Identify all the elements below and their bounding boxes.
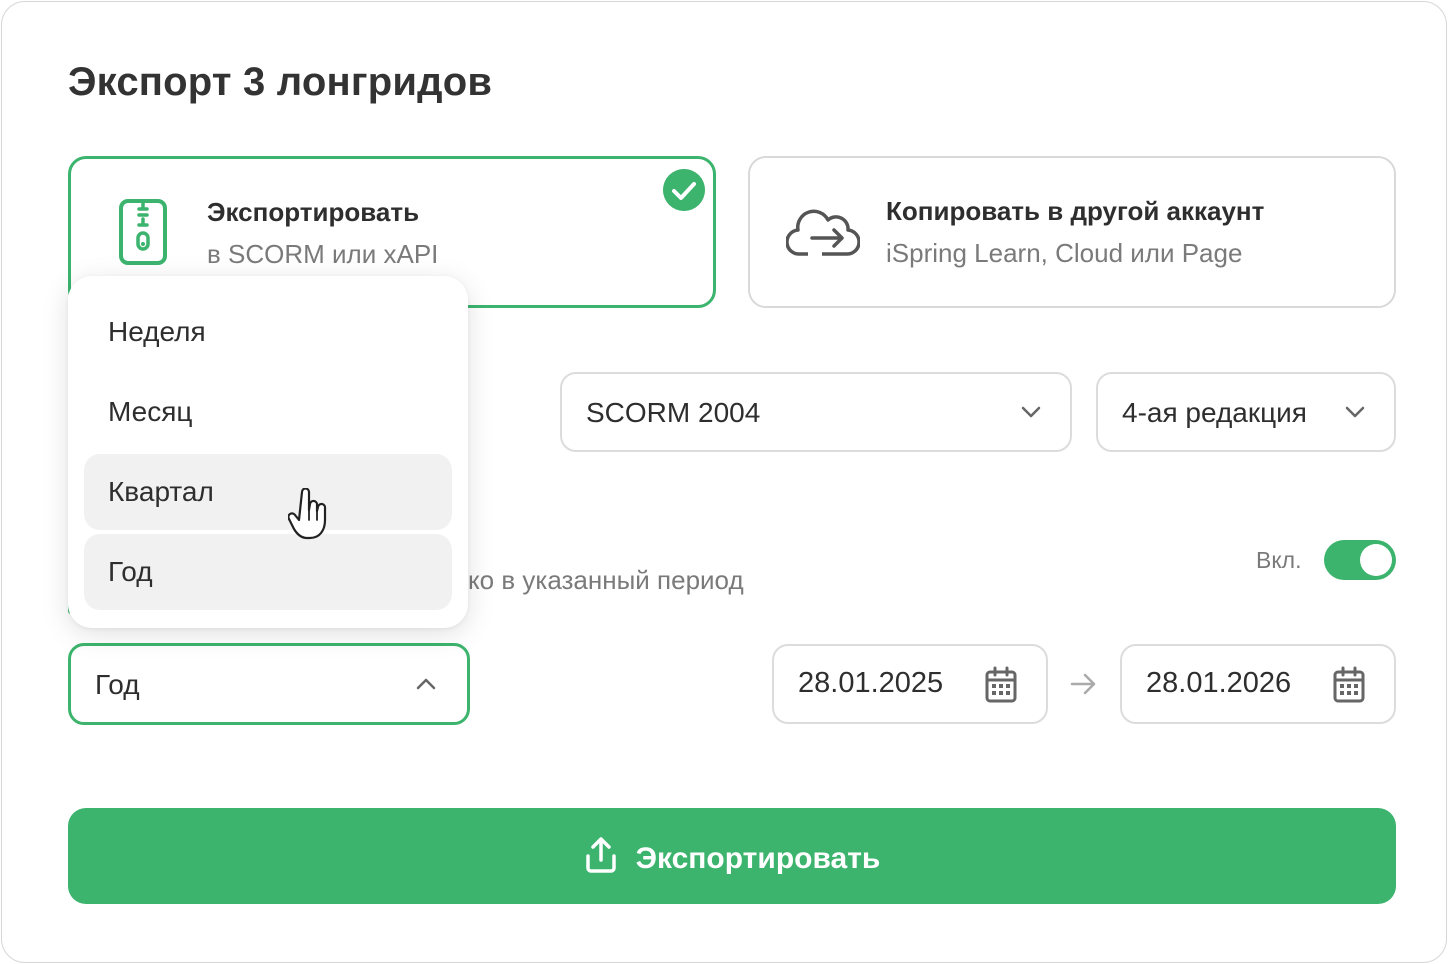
dropdown-item-label: Неделя [108,316,206,347]
option-card-copy[interactable]: Копировать в другой аккаунт iSpring Lear… [748,156,1396,308]
export-button[interactable]: Экспортировать [68,808,1396,904]
hand-cursor-icon [288,488,327,540]
calendar-icon[interactable] [1332,666,1366,704]
arrow-right-icon [1070,673,1096,695]
period-select-value: Год [95,669,140,700]
date-to-input[interactable]: 28.01.2026 [1120,644,1396,724]
toggle-knob [1360,544,1392,576]
export-dialog: Экспорт 3 лонгридов Экспортировать в SCO… [1,1,1447,963]
period-select[interactable]: Год [68,643,470,725]
chevron-down-icon [1021,406,1041,418]
edition-select-value: 4-ая редакция [1122,397,1307,428]
export-button-content: Экспортировать [68,836,1396,876]
option-copy-subtitle: iSpring Learn, Cloud или Page [886,238,1243,268]
edition-select[interactable]: 4-ая редакция [1096,372,1396,452]
period-description: ко в указанный период [468,565,744,595]
check-circle-icon [663,169,705,211]
dropdown-item-label: Год [108,556,153,587]
option-export-title: Экспортировать [207,197,420,227]
option-copy-title: Копировать в другой аккаунт [886,196,1265,226]
cloud-upload-icon [786,209,860,256]
period-dropdown-menu: Неделя Месяц Квартал Год [68,276,468,628]
date-from-value: 28.01.2025 [798,667,944,699]
date-from-input[interactable]: 28.01.2025 [772,644,1048,724]
standard-select-value: SCORM 2004 [586,397,761,428]
dropdown-item-label: Квартал [108,476,214,507]
option-export-subtitle: в SCORM или xAPI [207,239,439,269]
toggle-label: Вкл. [1256,547,1302,573]
dialog-title: Экспорт 3 лонгридов [68,60,493,104]
export-button-label: Экспортировать [635,842,881,875]
dropdown-item-year[interactable]: Год [84,534,452,610]
dropdown-item-week[interactable]: Неделя [84,294,452,370]
dropdown-item-label: Месяц [108,396,193,427]
standard-select[interactable]: SCORM 2004 [560,372,1072,452]
dropdown-item-quarter[interactable]: Квартал [84,454,452,530]
upload-icon [585,837,616,873]
period-filter-toggle[interactable] [1324,540,1396,580]
chevron-up-icon [416,678,436,690]
dropdown-item-month[interactable]: Месяц [84,374,452,450]
chevron-down-icon [1345,406,1365,418]
date-to-value: 28.01.2026 [1146,667,1292,699]
zip-file-icon [119,199,167,265]
calendar-icon[interactable] [984,666,1018,704]
